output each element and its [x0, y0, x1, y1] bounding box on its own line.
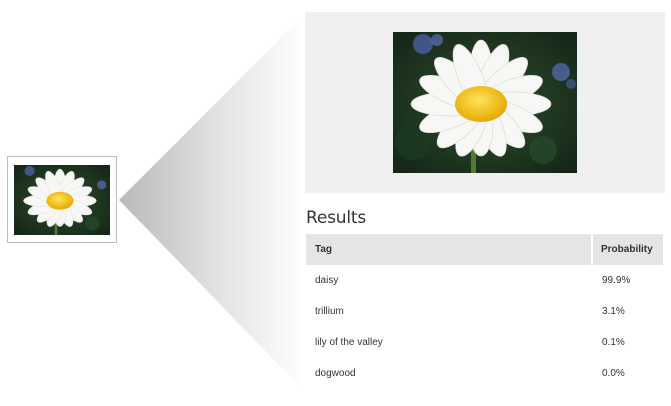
daisy-photo-icon	[14, 165, 110, 235]
table-row[interactable]: trillium 3.1%	[306, 296, 663, 327]
table-row[interactable]: dogwood 0.0%	[306, 358, 663, 389]
column-header-tag[interactable]: Tag	[306, 234, 592, 265]
probability-cell: 99.9%	[602, 275, 631, 286]
tag-cell: trillium	[315, 306, 344, 317]
probability-cell: 0.0%	[602, 368, 625, 379]
results-table: Tag Probability daisy 99.9% trillium 3.1…	[306, 234, 663, 389]
tag-cell: lily of the valley	[315, 337, 383, 348]
column-header-probability[interactable]: Probability	[591, 234, 663, 265]
table-row[interactable]: lily of the valley 0.1%	[306, 327, 663, 358]
thumbnail-image	[14, 165, 110, 235]
preview-image	[393, 32, 577, 173]
table-header-row: Tag Probability	[306, 234, 663, 265]
thumbnail-frame[interactable]	[7, 156, 117, 243]
daisy-photo-icon	[393, 32, 577, 173]
table-row[interactable]: daisy 99.9%	[306, 265, 663, 296]
results-heading: Results	[306, 208, 366, 228]
tag-cell: dogwood	[315, 368, 356, 379]
probability-cell: 3.1%	[602, 306, 625, 317]
tag-cell: daisy	[315, 275, 339, 286]
preview-panel	[305, 12, 665, 193]
probability-cell: 0.1%	[602, 337, 625, 348]
